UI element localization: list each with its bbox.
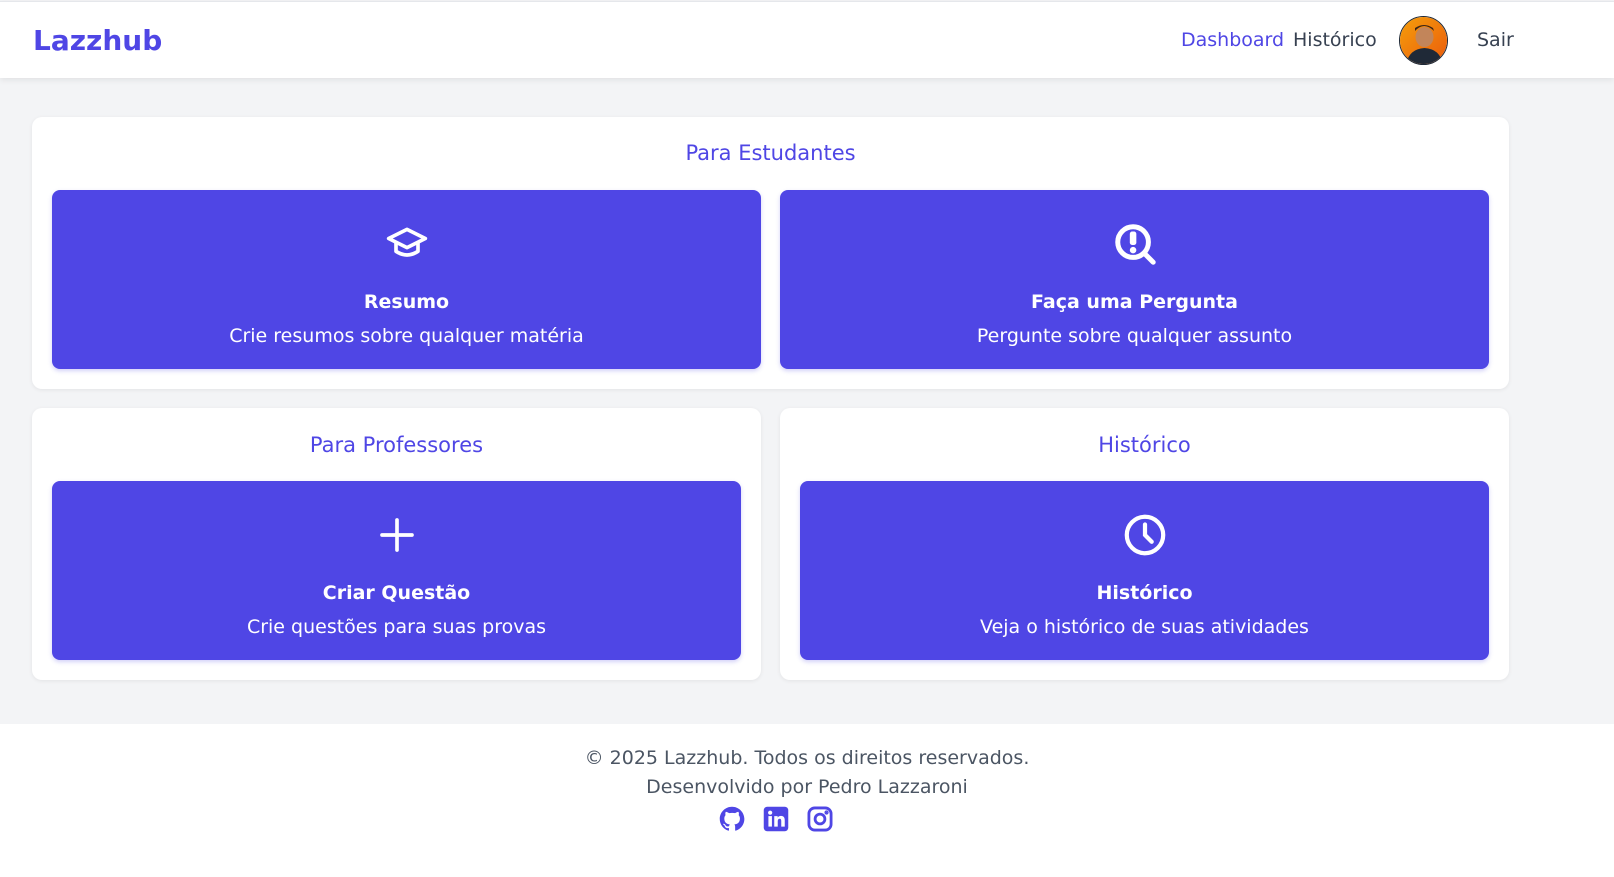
footer: © 2025 Lazzhub. Todos os direitos reserv…: [0, 724, 1614, 877]
nav-dashboard-link[interactable]: Dashboard: [1181, 29, 1284, 51]
card-title: Resumo: [363, 291, 450, 313]
clock-icon: [1121, 511, 1169, 559]
students-panel-title: Para Estudantes: [685, 141, 856, 165]
nav-logout-link[interactable]: Sair: [1477, 29, 1514, 51]
linkedin-icon[interactable]: [762, 805, 790, 833]
nav-historico-link[interactable]: Histórico: [1293, 29, 1377, 51]
plus-icon: [373, 511, 421, 559]
students-panel: Para Estudantes Resumo Crie resumos sobr…: [32, 117, 1509, 389]
graduation-cap-icon: [383, 220, 431, 268]
pergunta-card[interactable]: Faça uma Pergunta Pergunte sobre qualque…: [780, 190, 1489, 369]
top-navbar: Lazzhub Dashboard Histórico Sair: [0, 1, 1614, 78]
brand-logo[interactable]: Lazzhub: [33, 24, 162, 57]
history-panel-title: Histórico: [1098, 433, 1191, 457]
card-title: Histórico: [1096, 582, 1193, 604]
footer-developer: Desenvolvido por Pedro Lazzaroni: [646, 776, 968, 798]
history-panel: Histórico Histórico Veja o histórico de …: [780, 408, 1509, 680]
card-description: Veja o histórico de suas atividades: [980, 616, 1309, 638]
historico-card[interactable]: Histórico Veja o histórico de suas ativi…: [800, 481, 1489, 660]
resumo-card[interactable]: Resumo Crie resumos sobre qualquer matér…: [52, 190, 761, 369]
card-description: Crie questões para suas provas: [246, 616, 547, 638]
instagram-icon[interactable]: [806, 805, 834, 833]
teachers-panel: Para Professores Criar Questão Crie ques…: [32, 408, 761, 680]
card-description: Crie resumos sobre qualquer matéria: [229, 325, 584, 347]
teachers-panel-title: Para Professores: [309, 433, 484, 457]
footer-copyright: © 2025 Lazzhub. Todos os direitos reserv…: [584, 747, 1030, 769]
criar-questao-card[interactable]: Criar Questão Crie questões para suas pr…: [52, 481, 741, 660]
question-search-icon: [1111, 220, 1159, 268]
card-title: Faça uma Pergunta: [1031, 291, 1238, 313]
github-icon[interactable]: [718, 805, 746, 833]
card-title: Criar Questão: [322, 582, 471, 604]
user-avatar[interactable]: [1399, 16, 1448, 65]
card-description: Pergunte sobre qualquer assunto: [976, 325, 1293, 347]
avatar-image: [1400, 17, 1447, 64]
